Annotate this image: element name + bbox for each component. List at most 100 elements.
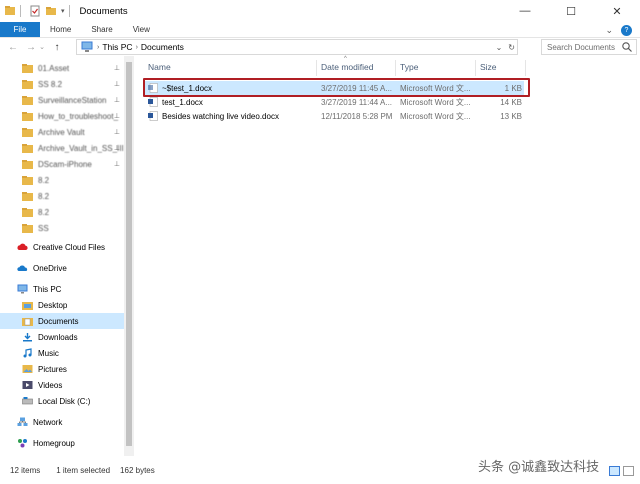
search-box[interactable]: Search Documents xyxy=(541,39,637,55)
forward-button[interactable]: → xyxy=(24,42,38,53)
table-row[interactable]: test_1.docx 3/27/2019 11:44 A... Microso… xyxy=(144,95,524,109)
scrollbar-thumb[interactable] xyxy=(126,62,132,446)
pin-icon: ⊥ xyxy=(113,81,120,88)
folder-icon xyxy=(22,192,33,201)
recent-locations-dropdown[interactable]: ⌄ xyxy=(38,43,46,51)
column-header-size[interactable]: Size xyxy=(480,56,497,78)
breadcrumb-documents[interactable]: Documents xyxy=(141,42,184,52)
status-selection-size: 162 bytes xyxy=(120,465,155,475)
watermark: 头条 @诚鑫致达科技 xyxy=(478,460,600,475)
file-type: Microsoft Word 文... xyxy=(400,83,471,93)
this-pc-icon xyxy=(81,41,93,52)
nav-item-creative-cloud[interactable]: Creative Cloud Files xyxy=(0,239,124,255)
word-document-icon xyxy=(148,83,158,93)
nav-quick-access-item[interactable]: 8.2 xyxy=(0,188,124,204)
pictures-icon xyxy=(22,365,33,373)
downloads-icon xyxy=(23,333,32,342)
search-input[interactable]: Search Documents xyxy=(547,43,615,52)
address-bar[interactable]: › This PC › Documents ⌄ ↻ xyxy=(76,39,518,55)
table-row[interactable]: Besides watching live video.docx 12/11/2… xyxy=(144,109,524,123)
table-row[interactable]: ~$test_1.docx 3/27/2019 11:45 A... Micro… xyxy=(144,81,524,95)
explorer-app-icon xyxy=(5,6,15,15)
nav-item-network[interactable]: Network xyxy=(0,414,124,430)
nav-quick-access-item[interactable]: How_to_troubleshoot_ ⊥ xyxy=(0,108,124,124)
column-header-name[interactable]: Name xyxy=(148,56,171,78)
quick-access-toolbar-dropdown-icon[interactable]: ▾ xyxy=(61,7,65,15)
network-icon xyxy=(17,417,28,426)
refresh-icon[interactable]: ↻ xyxy=(508,43,515,52)
properties-icon[interactable] xyxy=(29,5,41,17)
folder-icon xyxy=(22,96,33,105)
address-dropdown-icon[interactable]: ⌄ xyxy=(496,43,503,52)
file-date: 3/27/2019 11:44 A... xyxy=(321,97,393,107)
creative-cloud-icon xyxy=(17,243,28,250)
details-view-button[interactable] xyxy=(609,466,620,476)
pin-icon: ⊥ xyxy=(113,129,120,136)
back-button[interactable]: ← xyxy=(6,42,20,53)
onedrive-icon xyxy=(17,265,28,271)
pin-icon: ⊥ xyxy=(113,145,120,152)
navigation-pane: 01.Asset ⊥ SS 8.2 ⊥ SurveillanceStation … xyxy=(0,56,124,456)
nav-quick-access-item[interactable]: SS xyxy=(0,220,124,236)
this-pc-icon xyxy=(17,284,28,294)
address-separator[interactable]: › xyxy=(136,44,138,51)
maximize-button[interactable]: ☐ xyxy=(548,0,594,22)
desktop-folder-icon xyxy=(22,302,33,310)
pin-icon: ⊥ xyxy=(113,113,120,120)
file-list: ^ Name Date modified Type Size ~$test_1.… xyxy=(134,56,640,456)
tab-file[interactable]: File xyxy=(0,22,40,37)
large-icons-view-button[interactable] xyxy=(623,466,634,476)
nav-quick-access-item[interactable]: Archive Vault ⊥ xyxy=(0,124,124,140)
nav-item-onedrive[interactable]: OneDrive xyxy=(0,260,124,276)
folder-icon xyxy=(22,64,33,73)
help-icon[interactable]: ? xyxy=(621,24,632,36)
ribbon-expand-icon[interactable]: ⌄ xyxy=(605,25,613,36)
close-button[interactable]: ✕ xyxy=(594,0,640,22)
folder-icon xyxy=(22,224,33,233)
word-document-icon xyxy=(148,111,158,121)
nav-item-documents[interactable]: Documents xyxy=(0,313,124,329)
tab-view[interactable]: View xyxy=(123,22,160,37)
folder-icon xyxy=(22,144,33,153)
column-header-date-modified[interactable]: Date modified xyxy=(321,56,373,78)
navigation-scrollbar[interactable] xyxy=(124,56,134,456)
address-toolbar: ← → ⌄ ↑ › This PC › Documents ⌄ ↻ Search… xyxy=(0,38,640,56)
address-separator[interactable]: › xyxy=(97,44,99,51)
nav-quick-access-item[interactable]: SS 8.2 ⊥ xyxy=(0,76,124,92)
folder-icon xyxy=(22,128,33,137)
file-date: 12/11/2018 5:28 PM xyxy=(321,111,393,121)
folder-icon xyxy=(22,112,33,121)
file-type: Microsoft Word 文... xyxy=(400,111,471,121)
file-name: Besides watching live video.docx xyxy=(162,111,279,121)
up-button[interactable]: ↑ xyxy=(50,42,64,53)
nav-quick-access-item[interactable]: DScam-iPhone ⊥ xyxy=(0,156,124,172)
window-title: Documents xyxy=(79,5,128,17)
tab-home[interactable]: Home xyxy=(40,22,81,37)
homegroup-icon xyxy=(18,439,27,448)
column-header-type[interactable]: Type xyxy=(400,56,418,78)
nav-quick-access-item[interactable]: 8.2 xyxy=(0,204,124,220)
pin-icon: ⊥ xyxy=(113,161,120,168)
file-type: Microsoft Word 文... xyxy=(400,97,471,107)
minimize-button[interactable]: — xyxy=(502,0,548,22)
nav-item-downloads[interactable]: Downloads xyxy=(0,329,124,345)
nav-quick-access-item[interactable]: 8.2 xyxy=(0,172,124,188)
pin-icon: ⊥ xyxy=(113,65,120,72)
new-folder-icon[interactable] xyxy=(45,5,57,17)
nav-quick-access-item[interactable]: Archive_Vault_in_SS_III ⊥ xyxy=(0,140,124,156)
nav-item-desktop[interactable]: Desktop xyxy=(0,297,124,313)
tab-share[interactable]: Share xyxy=(81,22,122,37)
nav-quick-access-item[interactable]: SurveillanceStation ⊥ xyxy=(0,92,124,108)
folder-icon xyxy=(22,160,33,169)
file-name: ~$test_1.docx xyxy=(162,83,213,93)
status-item-count: 12 items xyxy=(10,465,41,475)
title-bar: ▾ Documents — ☐ ✕ xyxy=(0,0,640,22)
nav-item-pictures[interactable]: Pictures xyxy=(0,361,124,377)
nav-item-local-disk[interactable]: Local Disk (C:) xyxy=(0,393,124,409)
nav-item-music[interactable]: Music xyxy=(0,345,124,361)
nav-item-videos[interactable]: Videos xyxy=(0,377,124,393)
nav-quick-access-item[interactable]: 01.Asset ⊥ xyxy=(0,60,124,76)
nav-item-this-pc[interactable]: This PC xyxy=(0,281,124,297)
breadcrumb-this-pc[interactable]: This PC xyxy=(102,42,132,52)
nav-item-homegroup[interactable]: Homegroup xyxy=(0,435,124,451)
